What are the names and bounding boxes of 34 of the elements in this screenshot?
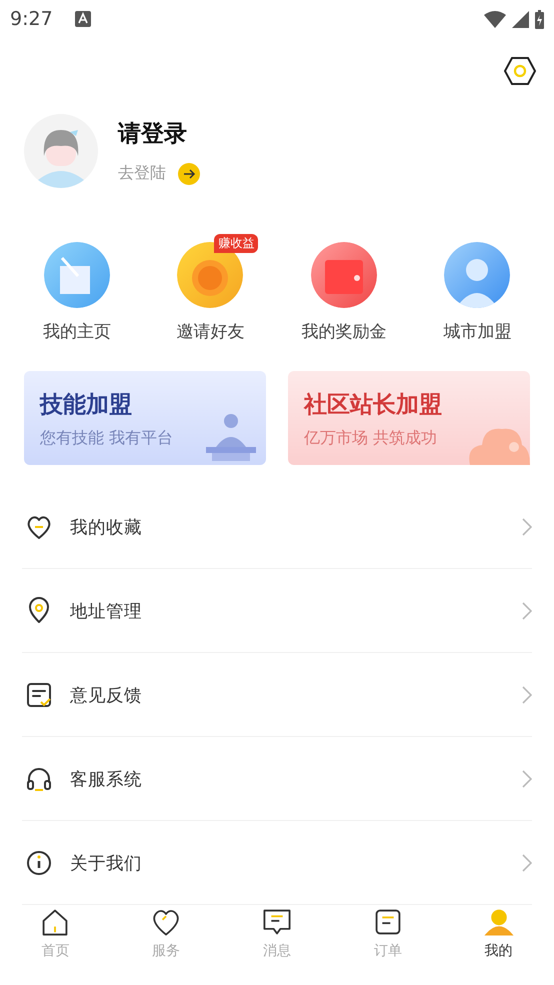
keyboard-notification-icon <box>74 11 91 27</box>
banner-subtitle: 您有技能 我有平台 <box>40 428 174 449</box>
banner-title: 社区站长加盟 <box>304 391 443 420</box>
signal-icon <box>512 10 529 28</box>
shortcut-item[interactable]: 我的奖励金 <box>301 242 386 343</box>
status-time: 9:27 <box>10 8 53 30</box>
banner-title: 技能加盟 <box>40 391 133 420</box>
menu-row[interactable]: 我的收藏 <box>22 485 532 569</box>
arrow-right-icon <box>178 162 200 184</box>
chevron-right-icon <box>522 854 532 872</box>
menu-row[interactable]: 客服系统 <box>22 737 532 821</box>
menu-row[interactable]: 关于我们 <box>22 821 532 905</box>
promo-banner[interactable]: 社区站长加盟 亿万市场 共筑成功 <box>288 371 530 465</box>
shortcut-item[interactable]: 我的主页 <box>42 242 111 343</box>
login-title: 请登录 <box>118 120 188 148</box>
shortcut-item[interactable]: 城市加盟 <box>443 242 512 343</box>
tab-bar-item[interactable]: 我的 <box>443 905 554 977</box>
chevron-right-icon <box>522 602 532 620</box>
battery-icon <box>535 10 544 28</box>
notes-icon <box>44 242 110 308</box>
banner-subtitle: 亿万市场 共筑成功 <box>304 428 438 449</box>
menu-row[interactable]: 地址管理 <box>22 569 532 653</box>
speaker-podium-icon <box>204 411 258 461</box>
menu-row[interactable]: 意见反馈 <box>22 653 532 737</box>
settings-icon <box>504 56 536 86</box>
wifi-icon <box>484 10 506 28</box>
promo-banner[interactable]: 技能加盟 您有技能 我有平台 <box>24 371 266 465</box>
chevron-right-icon <box>522 686 532 704</box>
chevron-right-icon <box>522 518 532 536</box>
wallet-icon <box>310 242 377 308</box>
earn-badge: 赚收益 <box>214 234 258 253</box>
settings-button[interactable] <box>504 56 536 86</box>
person-icon <box>444 242 510 308</box>
chevron-right-icon <box>522 770 532 788</box>
